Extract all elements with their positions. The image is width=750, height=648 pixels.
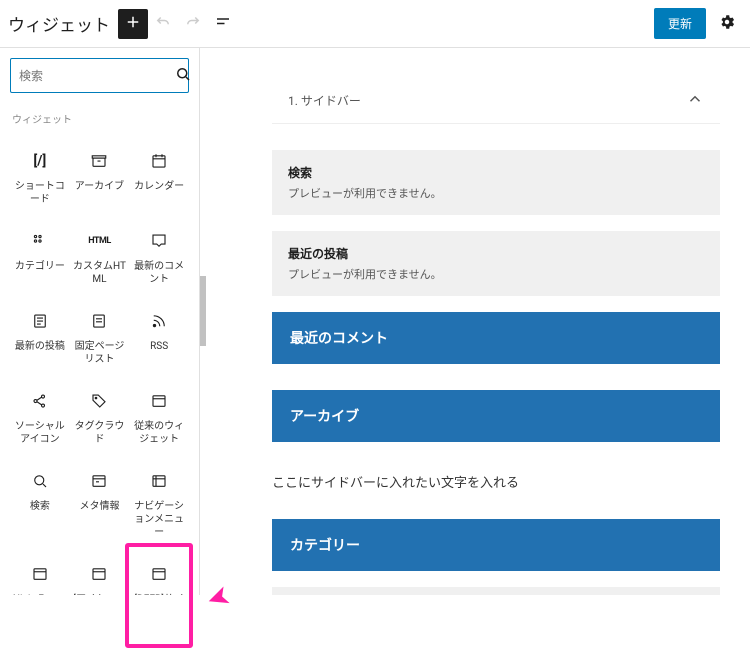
block-label: RSS — [150, 340, 168, 353]
redo-button[interactable] — [178, 9, 208, 39]
block-item[interactable]: 検索 — [10, 456, 70, 549]
block-label: メタ情報 — [79, 500, 119, 513]
comment-icon — [148, 230, 170, 252]
block-label: 最新の投稿 — [15, 340, 65, 353]
categories-icon — [29, 230, 51, 252]
pagelist-icon — [88, 310, 110, 332]
block-item[interactable]: [DEER]サイドバー用プロフィール — [129, 549, 189, 595]
update-button[interactable]: 更新 — [654, 8, 706, 39]
form-icon — [29, 563, 51, 585]
redo-icon — [184, 13, 202, 34]
legacy-widget[interactable]: 検索プレビューが利用できません。 — [272, 150, 720, 215]
block-search[interactable] — [10, 58, 189, 93]
block-label: カテゴリー — [15, 260, 65, 273]
block-label: ナビゲーションメニュー — [131, 500, 187, 539]
page-title: ウィジェット — [8, 11, 110, 36]
block-item[interactable]: Ninja Forms Widget — [10, 549, 70, 595]
block-item[interactable]: ナビゲーションメニュー — [129, 456, 189, 549]
block-item[interactable]: ソーシャルアイコン — [10, 376, 70, 456]
block-item[interactable]: カテゴリー — [10, 216, 70, 296]
heading-widget[interactable]: カテゴリー — [272, 519, 720, 571]
widget-title: 検索 — [288, 164, 704, 181]
form-icon — [88, 563, 110, 585]
editor-canvas: 1. サイドバー 検索プレビューが利用できません。最近の投稿プレビューが利用でき… — [200, 48, 750, 595]
list-icon — [214, 13, 232, 34]
widget-body: プレビューが利用できません。 — [288, 266, 704, 282]
html-icon: HTML — [88, 230, 110, 252]
block-item[interactable]: アーカイブ — [70, 136, 130, 216]
category-list: カテゴリーなし — [272, 587, 720, 595]
nav-icon — [148, 470, 170, 492]
share-icon — [29, 390, 51, 412]
block-label: ショートコード — [12, 180, 68, 206]
block-label: 固定ページリスト — [72, 340, 128, 366]
form-icon — [148, 563, 170, 585]
top-toolbar: ウィジェット 更新 — [0, 0, 750, 48]
shortcode-icon: [/] — [29, 150, 51, 172]
block-item[interactable]: 最新の投稿 — [10, 296, 70, 376]
rss-icon — [148, 310, 170, 332]
posts-icon — [29, 310, 51, 332]
block-label: アーカイブ — [75, 180, 124, 193]
widget-area-title: 1. サイドバー — [288, 92, 361, 109]
calendar-icon — [148, 150, 170, 172]
block-item[interactable]: タグクラウド — [70, 376, 130, 456]
widget-title: 最近の投稿 — [288, 245, 704, 262]
search-icon — [29, 470, 51, 492]
block-label: カスタムHTML — [72, 260, 128, 286]
legacy-icon — [148, 390, 170, 412]
block-item[interactable]: [/] ショートコード — [10, 136, 70, 216]
gear-icon — [718, 13, 736, 34]
main-layout: ウィジェット [/]ショートコードアーカイブカレンダーカテゴリーHTMLカスタム… — [0, 48, 750, 595]
block-item[interactable]: 最新のコメント — [129, 216, 189, 296]
search-icon — [174, 65, 192, 86]
block-label: タグクラウド — [72, 420, 128, 446]
block-inserter-panel: ウィジェット [/] ショートコードアーカイブカレンダーカテゴリー HTML カスタム… — [0, 48, 200, 595]
chevron-up-icon — [686, 90, 704, 111]
block-item[interactable]: HTML カスタムHTML — [70, 216, 130, 296]
block-label: カレンダー — [134, 180, 184, 193]
block-item[interactable]: [アイキャッチ画像有り]最新の投稿 — [70, 549, 130, 595]
block-label: ソーシャルアイコン — [12, 420, 68, 446]
add-block-button[interactable] — [118, 9, 148, 39]
legacy-widget[interactable]: 最近の投稿プレビューが利用できません。 — [272, 231, 720, 296]
scrollbar-thumb[interactable] — [200, 276, 206, 346]
block-grid: [/]ショートコードアーカイブカレンダーカテゴリーHTMLカスタムHTML最新の… — [10, 136, 189, 595]
section-label: ウィジェット — [10, 111, 189, 126]
list-item: カテゴリーなし — [272, 587, 720, 595]
undo-button[interactable] — [148, 9, 178, 39]
tag-icon — [88, 390, 110, 412]
block-label: 従来のウィジェット — [131, 420, 187, 446]
block-item[interactable]: カレンダー — [129, 136, 189, 216]
plus-icon — [124, 13, 142, 34]
undo-icon — [154, 13, 172, 34]
block-label: 検索 — [30, 500, 50, 513]
archive-icon — [88, 150, 110, 172]
meta-icon — [88, 470, 110, 492]
settings-button[interactable] — [712, 9, 742, 39]
heading-widget[interactable]: 最近のコメント — [272, 312, 720, 364]
block-item[interactable]: 従来のウィジェット — [129, 376, 189, 456]
block-item[interactable]: 固定ページリスト — [70, 296, 130, 376]
block-item[interactable]: RSS — [129, 296, 189, 376]
widget-list: 検索プレビューが利用できません。最近の投稿プレビューが利用できません。最近のコメ… — [272, 150, 720, 595]
list-view-button[interactable] — [208, 9, 238, 39]
block-label: 最新のコメント — [131, 260, 187, 286]
search-input[interactable] — [19, 69, 174, 83]
heading-widget[interactable]: アーカイブ — [272, 390, 720, 442]
block-item[interactable]: メタ情報 — [70, 456, 130, 549]
widget-body: プレビューが利用できません。 — [288, 185, 704, 201]
widget-area-header[interactable]: 1. サイドバー — [272, 78, 720, 124]
paragraph-widget[interactable]: ここにサイドバーに入れたい文字を入れる — [272, 468, 720, 519]
